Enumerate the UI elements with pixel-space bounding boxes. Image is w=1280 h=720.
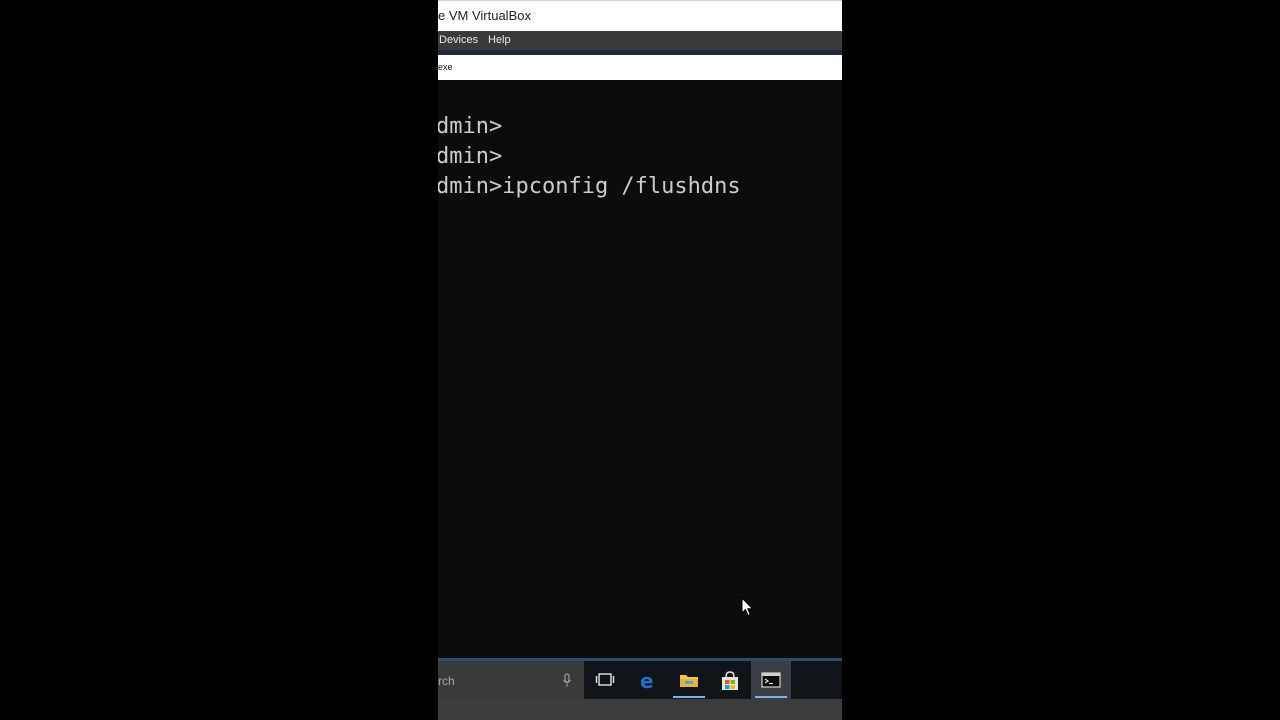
edge-icon[interactable]: e xyxy=(628,661,668,699)
mouse-pointer-icon xyxy=(741,596,755,617)
console-area[interactable]: dmin> dmin> dmin>ipconfig /flushdns xyxy=(438,80,842,658)
cmd-open-indicator xyxy=(755,696,787,698)
virtualbox-menubar: Devices Help xyxy=(438,31,842,50)
taskbar-search-box[interactable]: rch xyxy=(438,661,584,699)
command-prompt-icon[interactable] xyxy=(751,661,791,699)
taskbar: rch e xyxy=(438,661,842,699)
file-explorer-icon[interactable] xyxy=(669,661,709,699)
console-line: dmin> xyxy=(438,114,503,139)
menu-devices[interactable]: Devices xyxy=(439,34,478,46)
console-line: dmin>ipconfig /flushdns xyxy=(438,174,741,199)
explorer-open-indicator xyxy=(673,696,705,698)
virtualbox-window: e VM VirtualBox Devices Help exe dmin> d… xyxy=(438,0,842,720)
screen: e VM VirtualBox Devices Help exe dmin> d… xyxy=(0,0,1280,720)
microphone-icon[interactable] xyxy=(562,673,572,688)
task-view-icon[interactable] xyxy=(585,661,625,699)
virtualbox-title: e VM VirtualBox xyxy=(438,8,531,23)
svg-text:e: e xyxy=(640,671,654,691)
cmd-titlebar[interactable]: exe xyxy=(438,55,842,80)
virtualbox-titlebar[interactable]: e VM VirtualBox xyxy=(438,0,842,31)
store-icon[interactable] xyxy=(710,661,750,699)
console-line: dmin> xyxy=(438,144,503,169)
menu-help[interactable]: Help xyxy=(488,34,511,46)
search-placeholder: rch xyxy=(438,674,455,688)
vm-status-bar xyxy=(438,699,842,720)
cmd-title: exe xyxy=(438,62,453,72)
